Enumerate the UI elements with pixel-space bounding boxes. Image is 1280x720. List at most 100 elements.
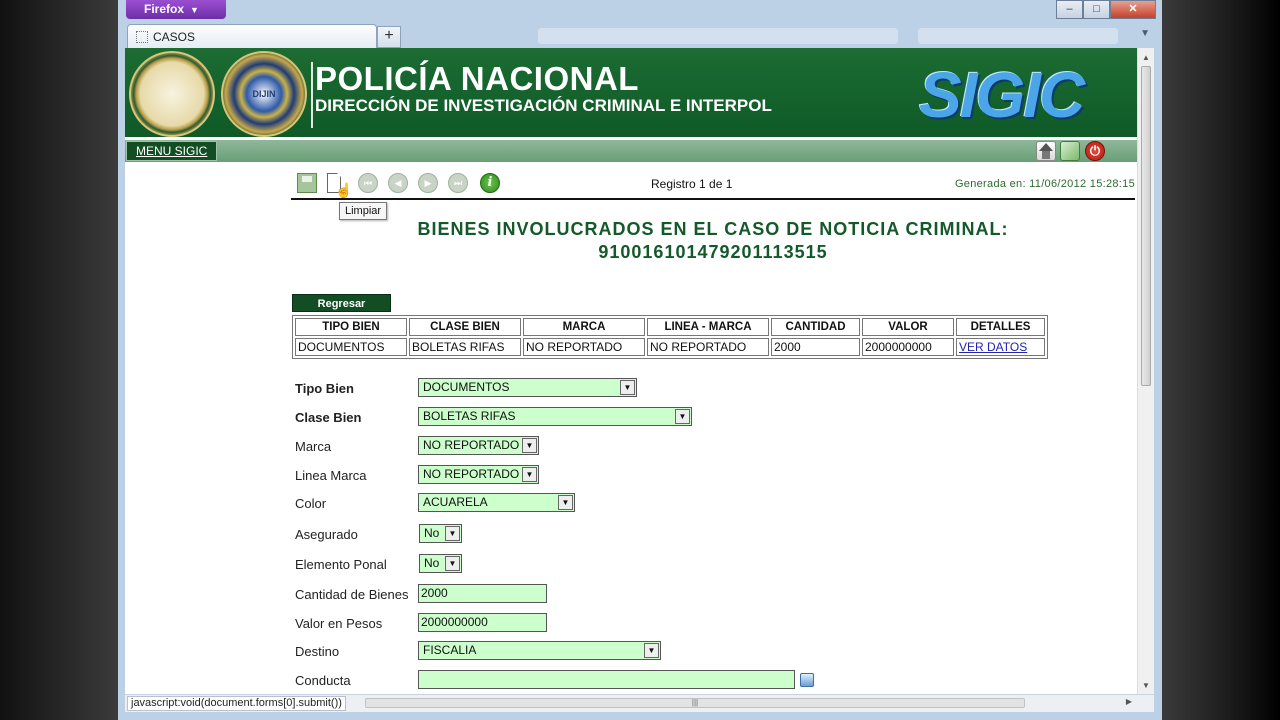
info-icon[interactable]: i (480, 173, 500, 193)
tab-casos[interactable]: CASOS (127, 24, 377, 48)
pointer-cursor-icon: ☝ (335, 182, 353, 198)
desktop-left (0, 0, 118, 720)
label-marca: Marca (295, 439, 332, 454)
table-cell: NO REPORTADO (523, 338, 645, 356)
list-all-tabs-icon[interactable]: ▼ (1140, 28, 1150, 39)
bienes-table: TIPO BIEN CLASE BIEN MARCA LINEA - MARCA… (292, 315, 1048, 359)
maximize-button[interactable]: □ (1083, 0, 1110, 19)
regresar-button[interactable]: Regresar (292, 294, 391, 312)
desktop-right (1162, 0, 1280, 720)
table-cell: BOLETAS RIFAS (409, 338, 521, 356)
label-elemento-ponal: Elemento Ponal (295, 557, 387, 572)
banner-subtitle: DIRECCIÓN DE INVESTIGACIÓN CRIMINAL E IN… (315, 96, 772, 115)
vertical-scrollbar[interactable]: ▲ ▼ (1137, 48, 1154, 694)
menu-sigic-link[interactable]: MENU SIGIC (126, 141, 218, 161)
table-row: DOCUMENTOS BOLETAS RIFAS NO REPORTADO NO… (295, 338, 1045, 356)
valor-input[interactable]: 2000000000 (418, 613, 547, 632)
horizontal-scrollbar[interactable]: ||| (365, 698, 1025, 708)
next-record-icon[interactable]: ▶ (418, 173, 438, 193)
table-cell: DOCUMENTOS (295, 338, 407, 356)
ver-datos-link[interactable]: VER DATOS (959, 340, 1027, 354)
elemento-ponal-select[interactable]: No ▼ (419, 554, 462, 573)
banner-title: POLICÍA NACIONAL (315, 60, 639, 97)
tab-bar: CASOS + ▼ (118, 22, 1162, 48)
case-number: 910016101479201113515 (598, 242, 828, 262)
dropdown-arrow-icon: ▼ (644, 643, 659, 658)
linea-marca-select[interactable]: NO REPORTADO ▼ (418, 465, 539, 484)
status-url: javascript:void(document.forms[0].submit… (127, 696, 346, 711)
window-controls: – □ ✕ (1056, 0, 1156, 19)
first-record-icon[interactable]: ⏮ (358, 173, 378, 193)
label-color: Color (295, 496, 327, 511)
label-tipo-bien: Tipo Bien (295, 381, 354, 396)
label-asegurado: Asegurado (295, 527, 358, 542)
minimize-button[interactable]: – (1056, 0, 1083, 19)
column-header: CLASE BIEN (409, 318, 521, 336)
new-tab-button[interactable]: + (377, 26, 401, 48)
dropdown-arrow-icon: ▼ (558, 495, 573, 510)
page-content: DIJIN POLICÍA NACIONAL DIRECCIÓN DE INVE… (125, 48, 1154, 694)
banner-divider (311, 62, 313, 128)
scroll-down-icon[interactable]: ▼ (1142, 681, 1150, 690)
generated-timestamp: Generada en: 11/06/2012 15:28:15 (954, 178, 1135, 190)
scroll-up-icon[interactable]: ▲ (1142, 53, 1150, 62)
destino-select[interactable]: FISCALIA ▼ (418, 641, 661, 660)
label-linea-marca: Linea Marca (295, 468, 367, 483)
status-bar: javascript:void(document.forms[0].submit… (125, 694, 1154, 712)
save-icon[interactable] (297, 173, 317, 193)
page-icon (136, 31, 148, 43)
asegurado-select[interactable]: No ▼ (419, 524, 462, 543)
browser-window: Firefox ▼ – □ ✕ CASOS + ▼ DIJIN POLICÍA N… (118, 0, 1162, 720)
sigic-logo: SIGIC (919, 59, 1085, 131)
dropdown-arrow-icon: ▼ (445, 526, 460, 541)
money-icon[interactable] (1060, 141, 1080, 161)
label-clase-bien: Clase Bien (295, 410, 362, 425)
clase-bien-select[interactable]: BOLETAS RIFAS ▼ (418, 407, 692, 426)
table-cell: NO REPORTADO (647, 338, 769, 356)
menu-bar: MENU SIGIC ⏻ (125, 140, 1141, 162)
header-banner: DIJIN POLICÍA NACIONAL DIRECCIÓN DE INVE… (125, 48, 1141, 137)
last-record-icon[interactable]: ⏭ (448, 173, 468, 193)
colombia-seal-icon (129, 51, 215, 137)
tipo-bien-select[interactable]: DOCUMENTOS ▼ (418, 378, 637, 397)
label-valor: Valor en Pesos (295, 616, 383, 631)
dropdown-arrow-icon: ▼ (620, 380, 635, 395)
close-button[interactable]: ✕ (1110, 0, 1156, 19)
column-header: VALOR (862, 318, 954, 336)
page-title: BIENES INVOLUCRADOS EN EL CASO DE NOTICI… (291, 218, 1135, 264)
record-counter: Registro 1 de 1 (651, 177, 733, 191)
tab-label: CASOS (153, 30, 196, 44)
column-header: DETALLES (956, 318, 1045, 336)
dropdown-arrow-icon: ▼ (675, 409, 690, 424)
cantidad-input[interactable]: 2000 (418, 584, 547, 603)
tab-placeholder (538, 28, 898, 44)
power-icon[interactable]: ⏻ (1085, 141, 1105, 161)
color-select[interactable]: ACUARELA ▼ (418, 493, 575, 512)
label-destino: Destino (295, 644, 340, 659)
column-header: TIPO BIEN (295, 318, 407, 336)
scroll-thumb[interactable] (1141, 66, 1151, 386)
chevron-down-icon: ▼ (190, 5, 199, 15)
page-title-line1: BIENES INVOLUCRADOS EN EL CASO DE NOTICI… (417, 219, 1009, 239)
table-cell: 2000000000 (862, 338, 954, 356)
lookup-icon[interactable] (800, 673, 814, 687)
conducta-input[interactable] (418, 670, 795, 689)
dropdown-arrow-icon: ▼ (522, 438, 537, 453)
label-cantidad: Cantidad de Bienes (295, 587, 409, 602)
label-conducta: Conducta (295, 673, 351, 688)
column-header: MARCA (523, 318, 645, 336)
table-cell: VER DATOS (956, 338, 1045, 356)
scroll-right-icon[interactable]: ▶ (1126, 697, 1132, 706)
table-header-row: TIPO BIEN CLASE BIEN MARCA LINEA - MARCA… (295, 318, 1045, 336)
record-toolbar: ☝ ⏮ ◀ ▶ ⏭ i Registro 1 de 1 Generada en:… (291, 170, 1135, 200)
column-header: CANTIDAD (771, 318, 860, 336)
dropdown-arrow-icon: ▼ (445, 556, 460, 571)
column-header: LINEA - MARCA (647, 318, 769, 336)
previous-record-icon[interactable]: ◀ (388, 173, 408, 193)
firefox-menu-button[interactable]: Firefox ▼ (126, 0, 226, 19)
table-cell: 2000 (771, 338, 860, 356)
search-placeholder (918, 28, 1118, 44)
home-icon[interactable] (1036, 141, 1056, 161)
dropdown-arrow-icon: ▼ (522, 467, 537, 482)
marca-select[interactable]: NO REPORTADO ▼ (418, 436, 539, 455)
